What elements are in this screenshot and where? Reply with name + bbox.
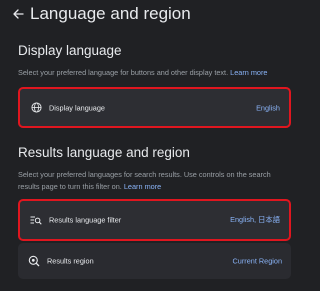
back-button[interactable] bbox=[9, 5, 27, 23]
results-region-value: Current Region bbox=[232, 256, 282, 266]
display-language-learn-more-link[interactable]: Learn more bbox=[230, 68, 267, 77]
location-search-icon bbox=[28, 255, 40, 267]
results-language-filter-value: English, 日本語 bbox=[230, 215, 280, 224]
results-region-row[interactable]: Results region Current Region bbox=[18, 243, 291, 279]
display-language-row[interactable]: Display language English bbox=[18, 87, 291, 128]
results-language-description: Select your preferred languages for sear… bbox=[18, 169, 286, 193]
results-language-heading: Results language and region bbox=[18, 145, 190, 160]
arrow-back-icon[interactable] bbox=[12, 8, 24, 20]
results-region-label: Results region bbox=[47, 256, 94, 266]
globe-icon bbox=[30, 102, 42, 114]
display-language-description: Select your preferred language for butto… bbox=[18, 67, 286, 79]
header: Language and region bbox=[0, 0, 300, 30]
results-language-learn-more-link[interactable]: Learn more bbox=[124, 182, 161, 191]
display-language-label: Display language bbox=[49, 103, 105, 112]
language-search-icon bbox=[30, 214, 42, 226]
display-language-heading: Display language bbox=[18, 43, 122, 58]
page-title: Language and region bbox=[30, 4, 191, 23]
results-language-filter-row[interactable]: Results language filter English, 日本語 bbox=[18, 199, 291, 241]
display-language-description-text: Select your preferred language for butto… bbox=[18, 68, 229, 77]
results-language-filter-label: Results language filter bbox=[49, 215, 122, 225]
display-language-value: English bbox=[256, 103, 280, 112]
